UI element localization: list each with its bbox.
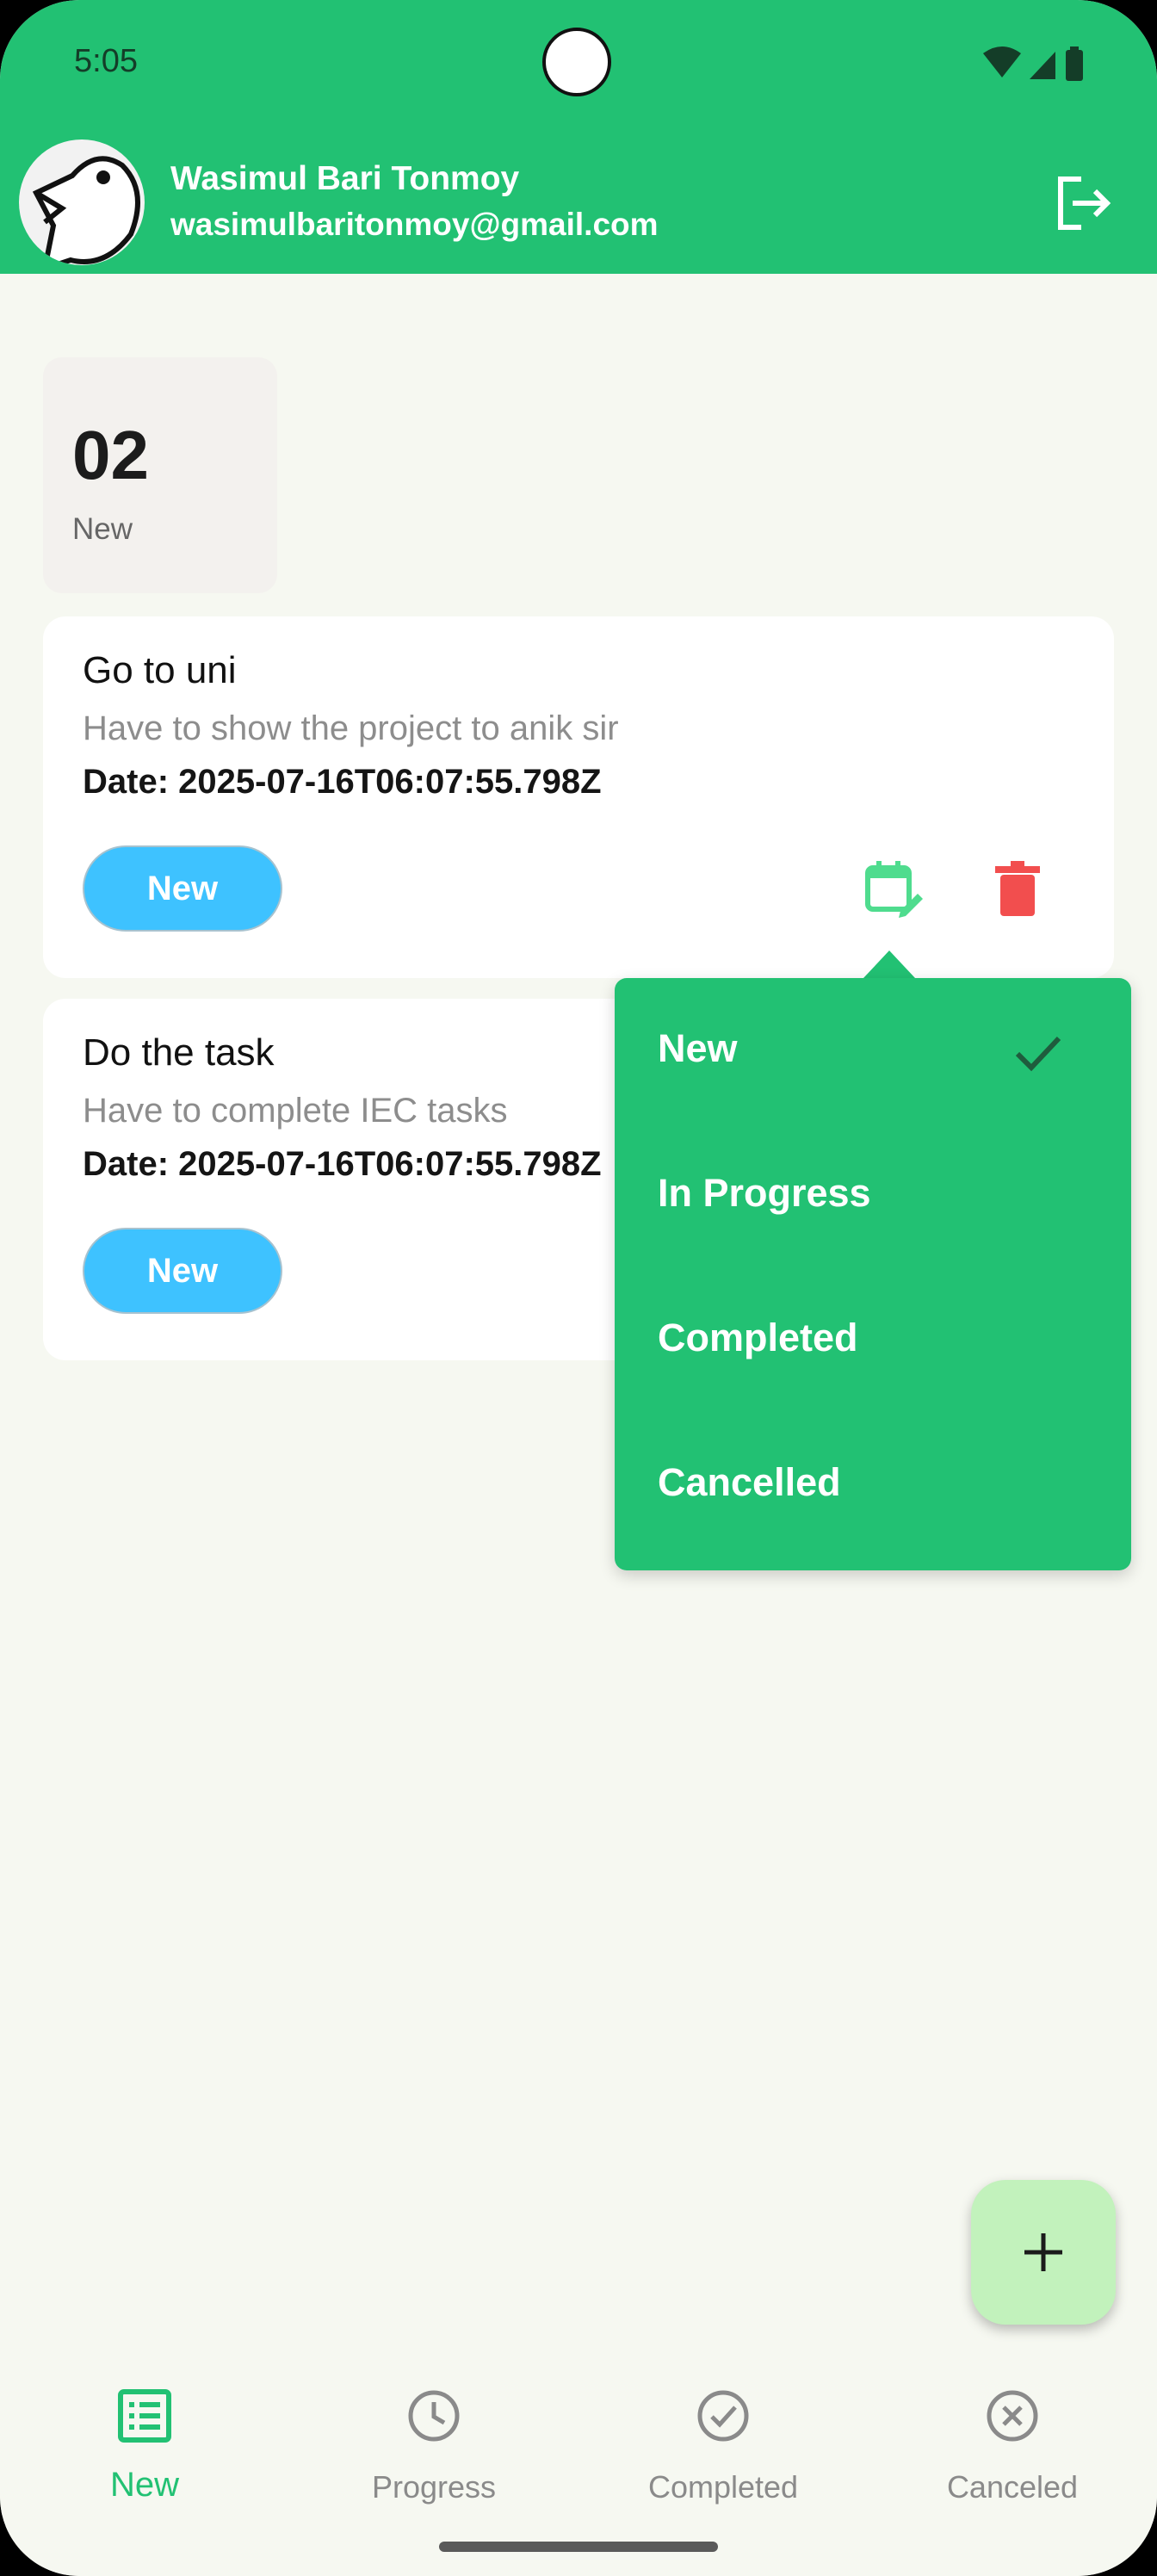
- menu-item-label: Completed: [658, 1316, 858, 1359]
- list-icon: [118, 2389, 171, 2443]
- task-date: Date: 2025-07-16T06:07:55.798Z: [83, 763, 602, 801]
- task-status-chip: New: [83, 845, 282, 932]
- summary-card-new: 02 New: [43, 357, 277, 593]
- check-circle-icon: [697, 2390, 749, 2442]
- task-status-chip: New: [83, 1228, 282, 1314]
- logout-icon[interactable]: [1052, 172, 1114, 234]
- user-name: Wasimul Bari Tonmoy: [170, 160, 520, 197]
- battery-icon: [1066, 50, 1083, 81]
- plus-icon: [1024, 2233, 1062, 2271]
- task-description: Have to show the project to anik sir: [83, 709, 619, 747]
- avatar[interactable]: [19, 139, 145, 265]
- bird-avatar-icon: [32, 156, 140, 265]
- home-indicator[interactable]: [439, 2542, 718, 2552]
- app-screen: 5:05 Wasimul Bari Tonmoy wasimulbaritonm…: [0, 0, 1157, 2576]
- nav-label: Progress: [371, 2469, 497, 2505]
- menu-item-label: Cancelled: [658, 1460, 841, 1504]
- task-card: Go to uni Have to show the project to an…: [43, 616, 1114, 978]
- nav-item-canceled[interactable]: Canceled: [868, 2359, 1157, 2531]
- task-title: Do the task: [83, 1031, 275, 1074]
- nav-label: Completed: [647, 2469, 799, 2505]
- add-task-button[interactable]: [971, 2180, 1116, 2325]
- menu-item-in-progress[interactable]: In Progress: [615, 1123, 1131, 1267]
- status-icons: [983, 46, 1083, 81]
- nav-item-completed[interactable]: Completed: [578, 2359, 868, 2531]
- task-title: Go to uni: [83, 649, 237, 691]
- menu-item-new[interactable]: New: [615, 978, 1131, 1123]
- summary-label: New: [72, 512, 133, 546]
- task-description: Have to complete IEC tasks: [83, 1092, 508, 1130]
- clock-icon: [408, 2390, 460, 2442]
- menu-arrow: [863, 951, 915, 978]
- edit-status-icon[interactable]: [861, 858, 923, 920]
- status-popup-menu: New In Progress Completed Cancelled: [615, 978, 1131, 1570]
- signal-icon: [1030, 52, 1055, 79]
- summary-count: 02: [72, 417, 149, 493]
- menu-item-completed[interactable]: Completed: [615, 1267, 1131, 1412]
- wifi-icon: [983, 46, 1021, 77]
- app-header: 5:05 Wasimul Bari Tonmoy wasimulbaritonm…: [0, 0, 1157, 274]
- camera-cutout: [542, 28, 611, 96]
- check-icon: [1015, 1036, 1061, 1072]
- cancel-circle-icon: [987, 2390, 1038, 2442]
- nav-item-new[interactable]: New: [0, 2359, 289, 2531]
- nav-item-progress[interactable]: Progress: [289, 2359, 578, 2531]
- nav-label: Canceled: [946, 2469, 1079, 2505]
- menu-item-label: In Progress: [658, 1171, 871, 1215]
- status-time: 5:05: [74, 43, 138, 79]
- delete-icon[interactable]: [987, 858, 1049, 920]
- menu-item-label: New: [658, 1026, 738, 1070]
- menu-item-cancelled[interactable]: Cancelled: [615, 1412, 1131, 1557]
- nav-label: New: [109, 2466, 180, 2504]
- task-date: Date: 2025-07-16T06:07:55.798Z: [83, 1145, 602, 1183]
- user-email: wasimulbaritonmoy@gmail.com: [170, 207, 659, 242]
